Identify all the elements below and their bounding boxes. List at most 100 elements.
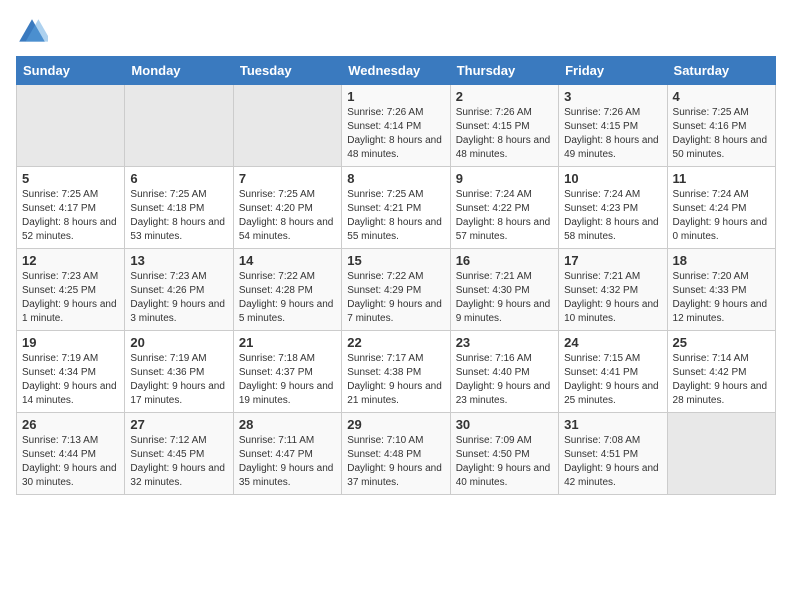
day-info: Sunrise: 7:21 AM Sunset: 4:30 PM Dayligh…: [456, 270, 553, 326]
day-info: Sunrise: 7:24 AM Sunset: 4:23 PM Dayligh…: [564, 188, 661, 244]
day-number: 16: [456, 253, 553, 268]
day-info: Sunrise: 7:10 AM Sunset: 4:48 PM Dayligh…: [347, 434, 444, 490]
day-number: 31: [564, 417, 661, 432]
day-number: 23: [456, 335, 553, 350]
day-number: 2: [456, 89, 553, 104]
day-number: 6: [130, 171, 227, 186]
calendar-day-cell: 29Sunrise: 7:10 AM Sunset: 4:48 PM Dayli…: [342, 413, 450, 495]
day-info: Sunrise: 7:08 AM Sunset: 4:51 PM Dayligh…: [564, 434, 661, 490]
calendar-day-cell: 7 Sunrise: 7:25 AM Sunset: 4:20 PM Daylig…: [233, 167, 341, 249]
calendar-day-cell: 21Sunrise: 7:18 AM Sunset: 4:37 PM Dayli…: [233, 331, 341, 413]
calendar-week-row: 19 Sunrise: 7:19 AM Sunset: 4:34 PM Dayli…: [17, 331, 776, 413]
calendar-day-cell: 8 Sunrise: 7:25 AM Sunset: 4:21 PM Daylig…: [342, 167, 450, 249]
weekday-header: Saturday: [667, 57, 775, 85]
day-number: 27: [130, 417, 227, 432]
day-number: 8: [347, 171, 444, 186]
day-info: Sunrise: 7:25 AM Sunset: 4:21 PM Dayligh…: [347, 188, 444, 244]
day-number: 1: [347, 89, 444, 104]
calendar-day-cell: 22 Sunrise: 7:17 AM Sunset: 4:38 PM Dayli…: [342, 331, 450, 413]
calendar-day-cell: 25Sunrise: 7:14 AM Sunset: 4:42 PM Dayli…: [667, 331, 775, 413]
weekday-header: Wednesday: [342, 57, 450, 85]
day-number: 19: [22, 335, 119, 350]
day-info: Sunrise: 7:15 AM Sunset: 4:41 PM Dayligh…: [564, 352, 661, 408]
calendar-week-row: 12 Sunrise: 7:23 AM Sunset: 4:25 PM Dayli…: [17, 249, 776, 331]
day-info: Sunrise: 7:17 AM Sunset: 4:38 PM Dayligh…: [347, 352, 444, 408]
day-info: Sunrise: 7:22 AM Sunset: 4:28 PM Dayligh…: [239, 270, 336, 326]
day-number: 9: [456, 171, 553, 186]
day-number: 15: [347, 253, 444, 268]
calendar-day-cell: [17, 85, 125, 167]
calendar-day-cell: [667, 413, 775, 495]
day-info: Sunrise: 7:21 AM Sunset: 4:32 PM Dayligh…: [564, 270, 661, 326]
day-info: Sunrise: 7:26 AM Sunset: 4:14 PM Dayligh…: [347, 106, 444, 162]
calendar-day-cell: 15Sunrise: 7:22 AM Sunset: 4:29 PM Dayli…: [342, 249, 450, 331]
day-info: Sunrise: 7:23 AM Sunset: 4:25 PM Dayligh…: [22, 270, 119, 326]
weekday-header: Thursday: [450, 57, 558, 85]
calendar-day-cell: [233, 85, 341, 167]
weekday-header: Sunday: [17, 57, 125, 85]
day-info: Sunrise: 7:18 AM Sunset: 4:37 PM Dayligh…: [239, 352, 336, 408]
day-number: 30: [456, 417, 553, 432]
calendar-day-cell: 31 Sunrise: 7:08 AM Sunset: 4:51 PM Dayli…: [559, 413, 667, 495]
day-info: Sunrise: 7:19 AM Sunset: 4:36 PM Dayligh…: [130, 352, 227, 408]
day-number: 14: [239, 253, 336, 268]
calendar-week-row: 26 Sunrise: 7:13 AM Sunset: 4:44 PM Dayli…: [17, 413, 776, 495]
day-number: 25: [673, 335, 770, 350]
weekday-header: Tuesday: [233, 57, 341, 85]
day-info: Sunrise: 7:25 AM Sunset: 4:16 PM Dayligh…: [673, 106, 770, 162]
day-number: 7: [239, 171, 336, 186]
day-info: Sunrise: 7:25 AM Sunset: 4:20 PM Dayligh…: [239, 188, 336, 244]
day-info: Sunrise: 7:23 AM Sunset: 4:26 PM Dayligh…: [130, 270, 227, 326]
calendar-table: SundayMondayTuesdayWednesdayThursdayFrid…: [16, 56, 776, 495]
calendar-day-cell: 19 Sunrise: 7:19 AM Sunset: 4:34 PM Dayli…: [17, 331, 125, 413]
day-info: Sunrise: 7:24 AM Sunset: 4:24 PM Dayligh…: [673, 188, 770, 244]
day-number: 5: [22, 171, 119, 186]
calendar-day-cell: 6 Sunrise: 7:25 AM Sunset: 4:18 PM Daylig…: [125, 167, 233, 249]
day-info: Sunrise: 7:25 AM Sunset: 4:18 PM Dayligh…: [130, 188, 227, 244]
day-info: Sunrise: 7:12 AM Sunset: 4:45 PM Dayligh…: [130, 434, 227, 490]
calendar-day-cell: 1 Sunrise: 7:26 AM Sunset: 4:14 PM Daylig…: [342, 85, 450, 167]
day-info: Sunrise: 7:13 AM Sunset: 4:44 PM Dayligh…: [22, 434, 119, 490]
day-info: Sunrise: 7:24 AM Sunset: 4:22 PM Dayligh…: [456, 188, 553, 244]
day-info: Sunrise: 7:19 AM Sunset: 4:34 PM Dayligh…: [22, 352, 119, 408]
calendar-day-cell: 16 Sunrise: 7:21 AM Sunset: 4:30 PM Dayli…: [450, 249, 558, 331]
weekday-header: Monday: [125, 57, 233, 85]
day-number: 26: [22, 417, 119, 432]
calendar-day-cell: 10Sunrise: 7:24 AM Sunset: 4:23 PM Dayli…: [559, 167, 667, 249]
calendar-day-cell: 28Sunrise: 7:11 AM Sunset: 4:47 PM Dayli…: [233, 413, 341, 495]
day-number: 18: [673, 253, 770, 268]
calendar-day-cell: 2 Sunrise: 7:26 AM Sunset: 4:15 PM Daylig…: [450, 85, 558, 167]
day-number: 28: [239, 417, 336, 432]
calendar-day-cell: 18 Sunrise: 7:20 AM Sunset: 4:33 PM Dayli…: [667, 249, 775, 331]
day-number: 4: [673, 89, 770, 104]
calendar-day-cell: 4 Sunrise: 7:25 AM Sunset: 4:16 PM Daylig…: [667, 85, 775, 167]
day-number: 13: [130, 253, 227, 268]
calendar-day-cell: 5 Sunrise: 7:25 AM Sunset: 4:17 PM Daylig…: [17, 167, 125, 249]
day-info: Sunrise: 7:16 AM Sunset: 4:40 PM Dayligh…: [456, 352, 553, 408]
calendar-day-cell: 27 Sunrise: 7:12 AM Sunset: 4:45 PM Dayli…: [125, 413, 233, 495]
calendar-day-cell: 9 Sunrise: 7:24 AM Sunset: 4:22 PM Daylig…: [450, 167, 558, 249]
weekday-header: Friday: [559, 57, 667, 85]
day-number: 11: [673, 171, 770, 186]
calendar-day-cell: 23 Sunrise: 7:16 AM Sunset: 4:40 PM Dayli…: [450, 331, 558, 413]
calendar-day-cell: 20Sunrise: 7:19 AM Sunset: 4:36 PM Dayli…: [125, 331, 233, 413]
calendar-day-cell: 12 Sunrise: 7:23 AM Sunset: 4:25 PM Dayli…: [17, 249, 125, 331]
day-info: Sunrise: 7:25 AM Sunset: 4:17 PM Dayligh…: [22, 188, 119, 244]
calendar-header-row: SundayMondayTuesdayWednesdayThursdayFrid…: [17, 57, 776, 85]
calendar-day-cell: 11 Sunrise: 7:24 AM Sunset: 4:24 PM Dayli…: [667, 167, 775, 249]
day-number: 24: [564, 335, 661, 350]
day-info: Sunrise: 7:26 AM Sunset: 4:15 PM Dayligh…: [564, 106, 661, 162]
day-number: 12: [22, 253, 119, 268]
day-number: 22: [347, 335, 444, 350]
day-number: 3: [564, 89, 661, 104]
calendar-day-cell: 17Sunrise: 7:21 AM Sunset: 4:32 PM Dayli…: [559, 249, 667, 331]
calendar-day-cell: 26 Sunrise: 7:13 AM Sunset: 4:44 PM Dayli…: [17, 413, 125, 495]
calendar-week-row: 1 Sunrise: 7:26 AM Sunset: 4:14 PM Daylig…: [17, 85, 776, 167]
day-info: Sunrise: 7:20 AM Sunset: 4:33 PM Dayligh…: [673, 270, 770, 326]
day-info: Sunrise: 7:09 AM Sunset: 4:50 PM Dayligh…: [456, 434, 553, 490]
logo: [16, 16, 52, 48]
page-header: [16, 16, 776, 48]
calendar-day-cell: 24 Sunrise: 7:15 AM Sunset: 4:41 PM Dayli…: [559, 331, 667, 413]
calendar-day-cell: 3 Sunrise: 7:26 AM Sunset: 4:15 PM Daylig…: [559, 85, 667, 167]
day-info: Sunrise: 7:26 AM Sunset: 4:15 PM Dayligh…: [456, 106, 553, 162]
